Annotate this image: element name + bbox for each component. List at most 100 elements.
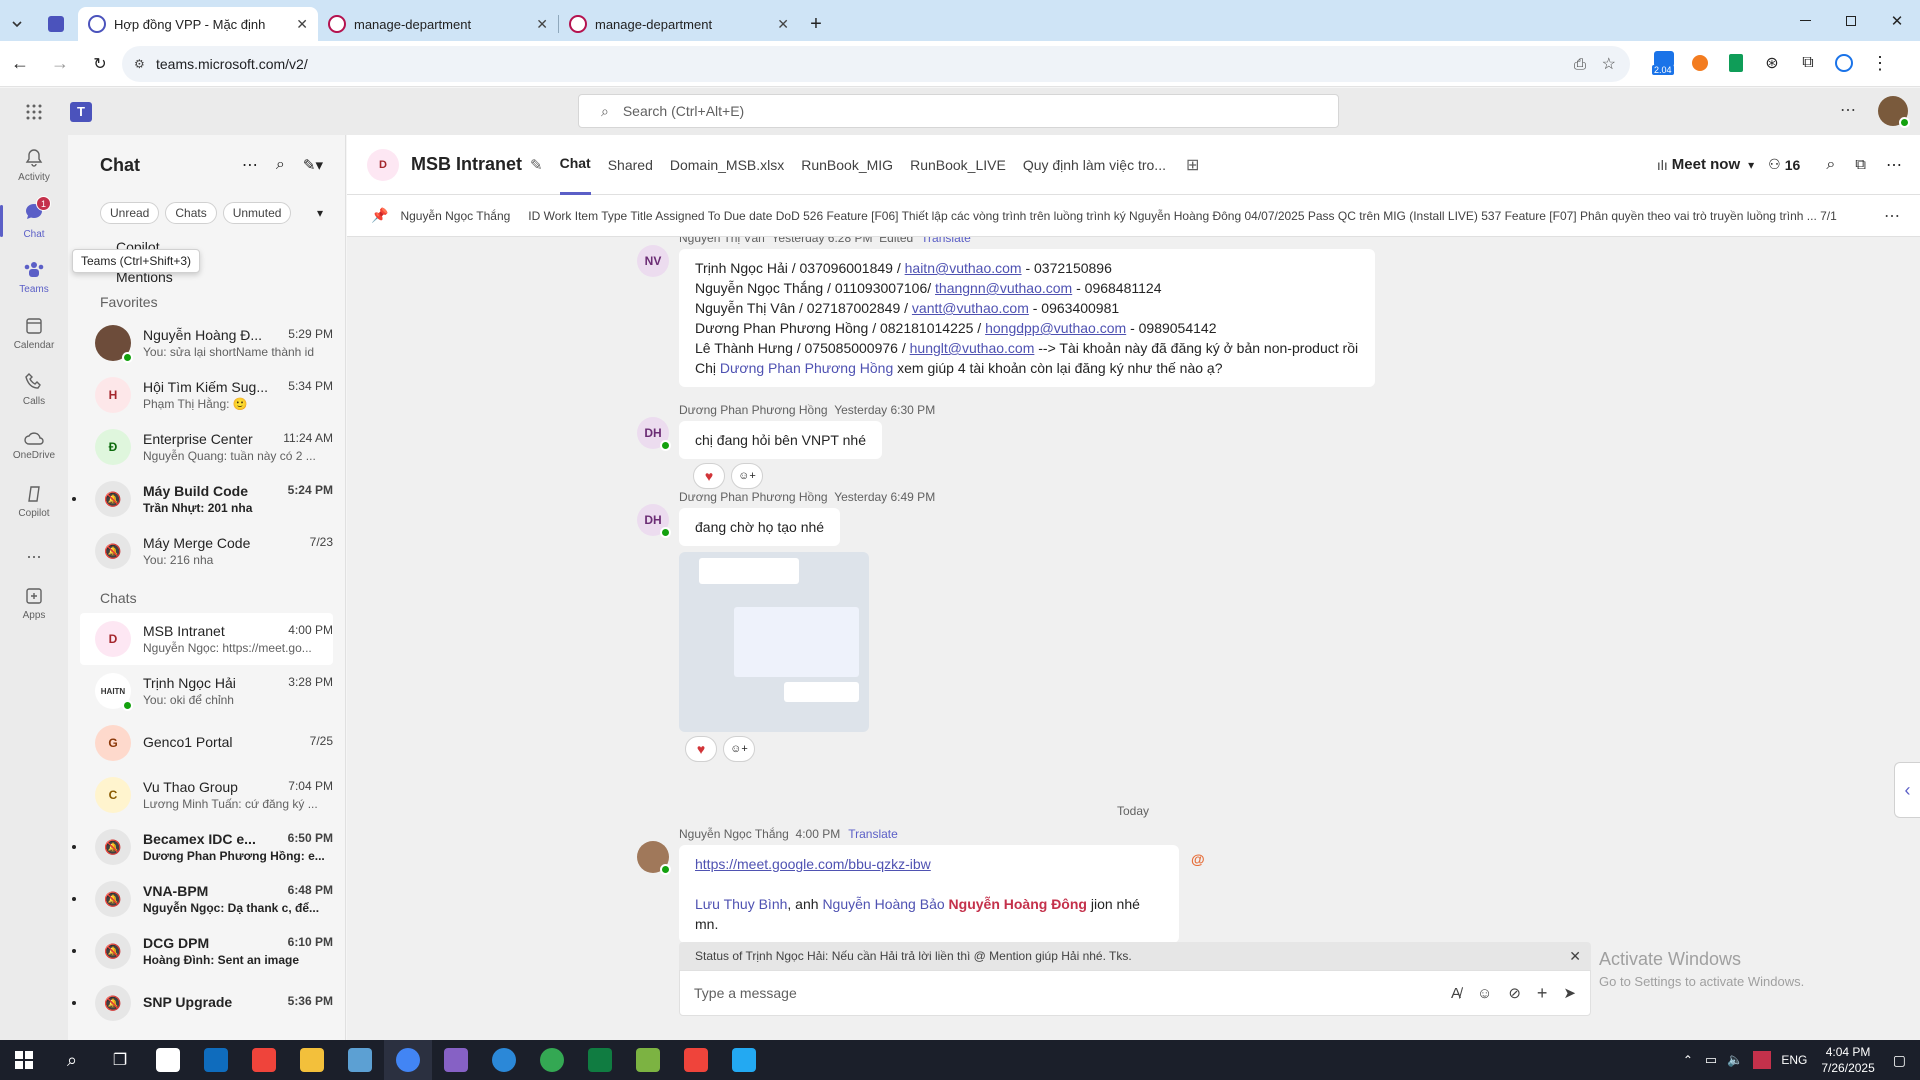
chat-item-hoi-tim-kiem[interactable]: H Hội Tìm Kiếm Sug... 5:34 PM Phạm Thị Hằn… — [80, 369, 333, 421]
mention[interactable]: Nguyễn Hoàng Bảo — [822, 896, 944, 912]
message[interactable]: Dương Phan Phương Hồng Yesterday 6:30 PM… — [637, 403, 935, 489]
teams-pinned-tab-icon[interactable] — [34, 7, 78, 41]
tray-chevron-icon[interactable]: ⌃ — [1683, 1053, 1693, 1067]
translate-link[interactable]: Translate — [848, 827, 898, 841]
back-arrow-icon[interactable]: ← — [0, 44, 40, 84]
composer-input[interactable]: Type a message — [694, 985, 1451, 1001]
extensions-puzzle-icon[interactable]: ⧉ — [1794, 49, 1822, 77]
install-app-icon[interactable]: ⎙ — [1574, 56, 1586, 73]
extension-shield-icon[interactable]: ⊛ — [1758, 49, 1786, 77]
add-tab-icon[interactable]: ⊞ — [1186, 155, 1199, 175]
tab-domain-msb[interactable]: Domain_MSB.xlsx — [670, 135, 784, 195]
filter-search-icon[interactable]: ⌕ — [276, 156, 285, 174]
people-icon[interactable]: ⚇ — [1768, 156, 1781, 173]
browser-tab-3[interactable]: manage-department ✕ — [559, 7, 799, 41]
chat-item-nguyen-hoang-dong[interactable]: Nguyễn Hoàng Đ... 5:29 PM You: sửa lại sho… — [80, 317, 333, 369]
tab-shared[interactable]: Shared — [608, 135, 653, 195]
chevron-down-icon[interactable]: ▾ — [317, 206, 323, 220]
chat-item-may-build-code[interactable]: 🔕 Máy Build Code 5:24 PM Trần Nhựt: 201 nh… — [72, 473, 333, 525]
favorites-header[interactable]: Favorites — [68, 287, 345, 317]
rail-calendar[interactable]: Calendar — [0, 305, 68, 361]
email-link[interactable]: thangnn@vuthao.com — [935, 280, 1072, 296]
add-reaction-icon[interactable]: ☺+ — [723, 736, 755, 762]
chat-item-snp-upgrade[interactable]: 🔕 SNP Upgrade 5:36 PM — [72, 977, 333, 1029]
add-reaction-icon[interactable]: ☺+ — [731, 463, 763, 489]
restore-window-icon[interactable] — [1828, 1, 1874, 41]
close-window-icon[interactable]: ✕ — [1874, 1, 1920, 41]
start-windows-icon[interactable] — [0, 1040, 48, 1080]
chat-item-enterprise-center[interactable]: Đ Enterprise Center 11:24 AM Nguyễn Quang:… — [80, 421, 333, 473]
email-link[interactable]: haitn@vuthao.com — [905, 260, 1022, 276]
new-tab-button[interactable]: + — [799, 7, 833, 41]
reload-icon[interactable]: ↻ — [80, 44, 120, 84]
rail-teams[interactable]: Teams — [0, 249, 68, 305]
email-link[interactable]: hunglt@vuthao.com — [910, 340, 1035, 356]
tab-chat[interactable]: Chat — [559, 135, 591, 195]
heart-reaction-icon[interactable]: ♥ — [693, 463, 725, 489]
notion-app-icon[interactable] — [144, 1040, 192, 1080]
chat-item-genco1-portal[interactable]: G Genco1 Portal 7/25 — [80, 717, 333, 769]
extension-green-icon[interactable] — [1722, 49, 1750, 77]
chat-item-vu-thao-group[interactable]: C Vu Thao Group 7:04 PM Lương Minh Tuấn: c… — [80, 769, 333, 821]
notepad-app-icon[interactable] — [624, 1040, 672, 1080]
mention[interactable]: Dương Phan Phương Hồng — [720, 360, 893, 376]
address-bar[interactable]: ⚙ teams.microsoft.com/v2/ ⎙ ☆ — [122, 46, 1630, 82]
visual-studio-icon[interactable] — [432, 1040, 480, 1080]
send-icon[interactable]: ➤ — [1563, 984, 1576, 1002]
tab-quy-dinh[interactable]: Quy định làm việc tro... — [1023, 135, 1166, 195]
tab-close-icon[interactable]: ✕ — [536, 16, 548, 33]
meet-now-button[interactable]: Meet now — [1672, 156, 1740, 173]
filter-unread-chip[interactable]: Unread — [100, 202, 160, 224]
app-icon[interactable] — [336, 1040, 384, 1080]
rail-calls[interactable]: Calls — [0, 361, 68, 417]
chat-item-trinh-ngoc-hai[interactable]: HAITN Trịnh Ngọc Hải 3:28 PM You: oki để c… — [80, 665, 333, 717]
tab-search-chevron-icon[interactable] — [0, 7, 34, 41]
app-launcher-icon[interactable] — [0, 92, 68, 132]
rename-pencil-icon[interactable]: ✎ — [530, 156, 543, 174]
tab-close-icon[interactable]: ✕ — [777, 16, 789, 33]
close-icon[interactable]: ✕ — [1569, 948, 1581, 965]
message-composer[interactable]: Type a message A̸ ☺ ⊘ + ➤ — [679, 970, 1591, 1016]
chrome-app-icon[interactable] — [528, 1040, 576, 1080]
taskbar-search-icon[interactable]: ⌕ — [48, 1040, 96, 1080]
new-chat-icon[interactable]: ✎▾ — [303, 156, 323, 174]
anydesk-app-icon[interactable] — [240, 1040, 288, 1080]
chat-item-msb-intranet[interactable]: D MSB Intranet 4:00 PM Nguyễn Ngọc: https:… — [80, 613, 333, 665]
notification-icon[interactable]: ▢ — [1893, 1052, 1906, 1069]
volume-icon[interactable]: 🔈 — [1727, 1052, 1743, 1068]
tab-close-icon[interactable]: ✕ — [296, 16, 308, 33]
site-info-icon[interactable]: ⚙ — [134, 57, 145, 71]
anydesk-app-icon[interactable] — [672, 1040, 720, 1080]
chat-item-vna-bpm[interactable]: 🔕 VNA-BPM 6:48 PM Nguyễn Ngọc: Dạ thank c,… — [72, 873, 333, 925]
profile-icon[interactable] — [1830, 49, 1858, 77]
filter-chats-chip[interactable]: Chats — [165, 202, 217, 224]
pinned-message-bar[interactable]: 📌 Nguyễn Ngọc Thắng ID Work Item Type Ti… — [347, 195, 1920, 237]
translate-link[interactable]: Translate — [921, 237, 971, 245]
extension-orange-icon[interactable] — [1686, 49, 1714, 77]
chevron-down-icon[interactable]: ▾ — [1748, 158, 1754, 172]
app-icon[interactable] — [480, 1040, 528, 1080]
vscode-app-icon[interactable] — [720, 1040, 768, 1080]
attached-image[interactable] — [679, 552, 869, 732]
chat-item-becamex[interactable]: 🔕 Becamex IDC e... 6:50 PM Dương Phan Phươ… — [72, 821, 333, 873]
browser-menu-icon[interactable]: ⋮ — [1866, 49, 1894, 77]
rail-chat[interactable]: 1 Chat — [0, 193, 68, 249]
outlook-app-icon[interactable] — [192, 1040, 240, 1080]
more-options-icon[interactable]: ⋯ — [1884, 206, 1900, 226]
participant-count[interactable]: 16 — [1785, 157, 1801, 173]
chats-header[interactable]: Chats — [68, 583, 345, 613]
chrome-app-icon[interactable] — [384, 1040, 432, 1080]
chat-item-dcg-dpm[interactable]: 🔕 DCG DPM 6:10 PM Hoàng Đình: Sent an imag… — [72, 925, 333, 977]
file-explorer-icon[interactable] — [288, 1040, 336, 1080]
tab-runbook-live[interactable]: RunBook_LIVE — [910, 135, 1006, 195]
more-options-icon[interactable]: ⋯ — [1886, 155, 1902, 175]
email-link[interactable]: vantt@vuthao.com — [912, 300, 1029, 316]
filter-unmuted-chip[interactable]: Unmuted — [222, 202, 292, 224]
heart-reaction-icon[interactable]: ♥ — [685, 736, 717, 762]
user-avatar[interactable] — [1878, 96, 1910, 128]
excel-app-icon[interactable] — [576, 1040, 624, 1080]
popout-icon[interactable]: ⧉ — [1855, 156, 1866, 173]
browser-tab-2[interactable]: manage-department ✕ — [318, 7, 558, 41]
loop-icon[interactable]: ⊘ — [1508, 984, 1521, 1002]
attach-plus-icon[interactable]: + — [1537, 983, 1548, 1004]
